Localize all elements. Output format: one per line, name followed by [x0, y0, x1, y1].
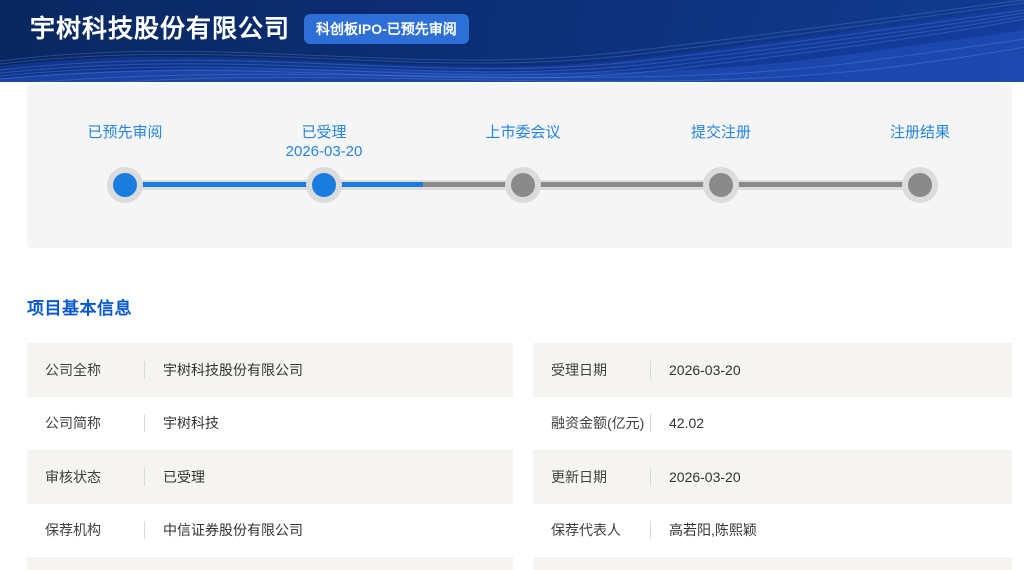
table-row: 审核状态 已受理 — [27, 450, 513, 504]
section-title-basic-info: 项目基本信息 — [27, 294, 132, 319]
field-value: 中信证券股份有限公司 — [145, 520, 303, 540]
table-row: 保荐代表人 高若阳,陈熙颖 — [533, 504, 1012, 558]
field-value: 已受理 — [145, 467, 205, 487]
table-row: 保荐机构 中信证券股份有限公司 — [27, 504, 513, 558]
timeline-step-label: 已受理 2026-03-20 — [286, 123, 363, 161]
timeline-step-label: 提交注册 — [691, 123, 751, 142]
timeline-dot-done — [312, 173, 336, 197]
field-label: 保荐机构 — [27, 520, 144, 540]
page: 宇树科技股份有限公司 科创板IPO-已预先审阅 已预先审阅 已受理 2026-0… — [0, 0, 1024, 570]
field-label: 受理日期 — [533, 360, 650, 380]
table-row: 更新日期 2026-03-20 — [533, 450, 1012, 504]
timeline-step-label: 上市委会议 — [485, 123, 560, 142]
field-value: 高若阳,陈熙颖 — [651, 520, 757, 540]
field-label: 公司全称 — [27, 360, 144, 380]
hero-header: 宇树科技股份有限公司 科创板IPO-已预先审阅 — [0, 0, 1024, 82]
timeline-step-label: 已预先审阅 — [87, 123, 162, 142]
ipo-progress-timeline: 已预先审阅 已受理 2026-03-20 上市委会议 提交注册 注册结果 — [27, 84, 1012, 248]
field-value: 2026-03-20 — [651, 469, 741, 485]
field-label: 融资金额(亿元) — [533, 413, 650, 433]
basic-info-table-left: 公司全称 宇树科技股份有限公司 公司简称 宇树科技 审核状态 已受理 保荐机构 … — [27, 343, 513, 570]
timeline-remaining-line — [423, 182, 920, 187]
timeline-step-label: 注册结果 — [890, 123, 950, 142]
timeline-dot-pending — [511, 173, 535, 197]
field-value: 宇树科技 — [145, 413, 219, 433]
table-row-partial — [27, 557, 513, 570]
field-label: 公司简称 — [27, 413, 144, 433]
timeline-dot-pending — [908, 173, 932, 197]
table-row-partial — [533, 557, 1012, 570]
field-value: 2026-03-20 — [651, 362, 741, 378]
field-label: 审核状态 — [27, 467, 144, 487]
field-value: 宇树科技股份有限公司 — [145, 360, 303, 380]
table-row: 融资金额(亿元) 42.02 — [533, 397, 1012, 451]
table-row: 公司简称 宇树科技 — [27, 397, 513, 451]
page-title: 宇树科技股份有限公司 — [30, 0, 290, 58]
table-row: 受理日期 2026-03-20 — [533, 343, 1012, 397]
timeline-dot-done — [113, 173, 137, 197]
field-value: 42.02 — [651, 415, 704, 431]
status-badge: 科创板IPO-已预先审阅 — [304, 14, 469, 44]
timeline-dot-pending — [709, 173, 733, 197]
field-label: 更新日期 — [533, 467, 650, 487]
timeline-progress-line — [125, 182, 423, 187]
table-row: 公司全称 宇树科技股份有限公司 — [27, 343, 513, 397]
field-label: 保荐代表人 — [533, 520, 650, 540]
basic-info-table-right: 受理日期 2026-03-20 融资金额(亿元) 42.02 更新日期 2026… — [533, 343, 1012, 570]
